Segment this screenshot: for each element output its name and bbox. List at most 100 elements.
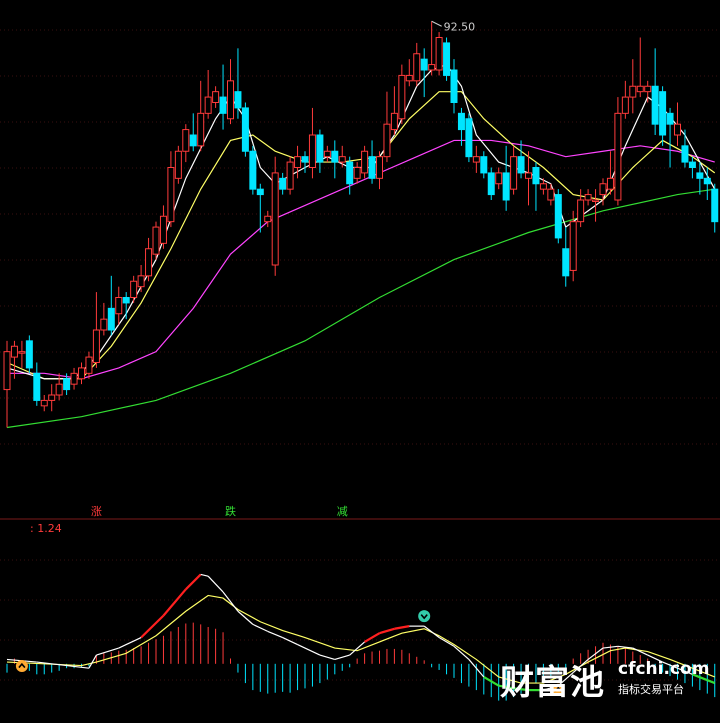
candle-body [547, 188, 555, 201]
candle [145, 237, 153, 282]
candle [85, 351, 93, 379]
candle [443, 37, 451, 81]
candle-body [554, 194, 562, 239]
indicator-fast-segment [334, 654, 350, 661]
candle [510, 145, 518, 195]
candle [115, 286, 123, 325]
candle [227, 59, 234, 125]
candle [346, 156, 354, 195]
indicator-fast-segment [207, 575, 224, 593]
candle [361, 145, 369, 179]
candle-body [331, 150, 339, 163]
candle [234, 48, 242, 119]
indicator-fast-segment [297, 643, 321, 656]
candle-body [577, 199, 585, 223]
indicator-fast-segment [282, 636, 298, 646]
candle [495, 167, 503, 190]
candle [249, 145, 257, 195]
candle [435, 32, 443, 76]
candle-body [100, 318, 108, 331]
candle [271, 156, 279, 276]
candle-body [174, 150, 182, 179]
indicator-fast-segment [319, 654, 335, 661]
candle [621, 80, 629, 119]
candle-body [25, 340, 33, 369]
candle-body [584, 194, 592, 201]
candle-body [115, 297, 123, 315]
candle-body [40, 399, 48, 407]
signal-label: 涨 [91, 505, 102, 518]
indicator-fast-segment [200, 573, 209, 577]
candle-body [644, 85, 652, 93]
candle-body [532, 167, 540, 185]
candle-body [92, 329, 100, 363]
candle [383, 91, 391, 163]
indicator-fast-segment [394, 625, 410, 630]
candle-body [55, 383, 63, 396]
candle [48, 384, 56, 412]
candle [279, 172, 287, 195]
candle-body [107, 307, 115, 331]
candle [405, 59, 413, 87]
candle-body [420, 58, 428, 71]
stock-chart: 92.50 涨 跌 减: 1.24 [0, 20, 720, 701]
candle-body [279, 177, 287, 190]
candle-body [204, 96, 212, 114]
candle-body [495, 172, 503, 185]
candle-body [450, 69, 458, 103]
candle-body [674, 123, 681, 136]
candle [130, 275, 138, 303]
candle [636, 37, 644, 98]
candle-body [353, 167, 361, 179]
candle-body [443, 42, 451, 76]
candle [465, 113, 473, 163]
candle-body [294, 156, 302, 169]
max-price-label: 92.50 [444, 20, 476, 33]
indicator-fast-segment [96, 647, 119, 656]
candle-body [338, 156, 346, 163]
candle-body [219, 96, 227, 114]
candle [78, 362, 85, 385]
candle [40, 395, 48, 412]
candle [182, 124, 190, 163]
candle-body [346, 161, 354, 185]
candle [308, 107, 316, 179]
candle-body [562, 248, 570, 277]
candle [25, 335, 33, 374]
candle-body [636, 85, 644, 93]
candle-body [137, 275, 145, 288]
candle-body [271, 172, 279, 266]
candle [264, 210, 272, 228]
candle-body [70, 372, 78, 385]
candle-body [78, 367, 85, 380]
candle-body [502, 172, 510, 201]
candle-body [63, 378, 71, 391]
candle-body [659, 91, 667, 136]
candle [666, 107, 674, 168]
candle-body [614, 112, 622, 201]
candle [241, 102, 249, 157]
watermark-logo: 财富池 cfchi.com 指标交易平台 [500, 655, 720, 715]
candle [711, 183, 719, 233]
candle-body [405, 74, 413, 82]
candle-body [130, 280, 138, 298]
indicator-fast-segment [185, 573, 202, 591]
indicator-fast-segment [140, 614, 165, 639]
candle [428, 21, 436, 76]
sell-signal-icon [418, 610, 431, 623]
candle [554, 189, 562, 244]
indicator-fast-segment [222, 591, 239, 612]
candle-body [308, 134, 316, 168]
indicator-value-label: : 1.24 [30, 522, 62, 535]
candle [659, 86, 667, 146]
candle [316, 129, 324, 173]
candle [70, 367, 78, 390]
candle-body [629, 85, 637, 98]
candle-body [159, 215, 167, 244]
candle-body [264, 215, 272, 223]
candle [532, 162, 540, 211]
candle-body [651, 85, 659, 125]
candle [323, 145, 331, 163]
signal-label: 跌 [225, 504, 236, 518]
candle-body [167, 167, 175, 223]
